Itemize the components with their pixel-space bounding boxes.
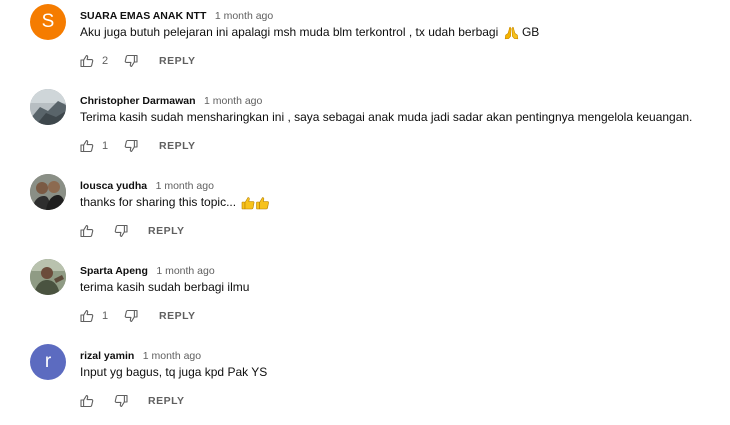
avatar[interactable]: S — [30, 4, 66, 40]
thumbs-down-icon[interactable] — [124, 54, 138, 68]
like-count: 2 — [102, 55, 109, 67]
comment-time[interactable]: 1 month ago — [156, 265, 214, 277]
like-count: 1 — [102, 310, 109, 322]
avatar[interactable] — [30, 174, 66, 210]
thumbs-up-icon[interactable] — [80, 224, 94, 238]
thumbs-down-icon[interactable] — [124, 139, 138, 153]
comment-actions: 2 REPLY — [80, 53, 196, 69]
reply-button[interactable]: REPLY — [148, 395, 185, 407]
photo-avatar-icon — [30, 259, 66, 295]
comment-item: S SUARA EMAS ANAK NTT 1 month ago Aku ju… — [0, 0, 730, 85]
comment-actions: REPLY — [80, 393, 185, 409]
author-name[interactable]: Christopher Darmawan — [80, 95, 196, 107]
comment-actions: 1 REPLY — [80, 308, 196, 324]
thumbs-up-icon[interactable] — [80, 394, 94, 408]
photo-avatar-icon — [30, 174, 66, 210]
thumbs-up-icon[interactable] — [80, 309, 94, 323]
like-count: 1 — [102, 140, 109, 152]
thumbs-up-emoji-icon — [241, 196, 271, 210]
comment-header: Sparta Apeng 1 month ago — [80, 261, 215, 279]
comment-text-body: terima kasih sudah berbagi ilmu — [80, 280, 250, 294]
thumbs-up-icon[interactable] — [80, 54, 94, 68]
comment-item: Christopher Darmawan 1 month ago Terima … — [0, 85, 730, 170]
comment-actions: 1 REPLY — [80, 138, 196, 154]
thumbs-down-icon[interactable] — [114, 394, 128, 408]
comment-text: thanks for sharing this topic... — [80, 195, 271, 210]
comment-time[interactable]: 1 month ago — [215, 10, 273, 22]
comment-item: Sparta Apeng 1 month ago terima kasih su… — [0, 255, 730, 340]
comment-text: Terima kasih sudah mensharingkan ini , s… — [80, 110, 692, 124]
avatar[interactable]: r — [30, 344, 66, 380]
comment-text: Input yg bagus, tq juga kpd Pak YS — [80, 365, 267, 379]
author-name[interactable]: SUARA EMAS ANAK NTT — [80, 10, 206, 22]
comment-text-suffix: GB — [521, 25, 540, 39]
avatar[interactable] — [30, 89, 66, 125]
thumbs-down-icon[interactable] — [124, 309, 138, 323]
comment-item: lousca yudha 1 month ago thanks for shar… — [0, 170, 730, 255]
comment-time[interactable]: 1 month ago — [204, 95, 262, 107]
comment-header: Christopher Darmawan 1 month ago — [80, 91, 262, 109]
avatar[interactable] — [30, 259, 66, 295]
comment-item: r rizal yamin 1 month ago Input yg bagus… — [0, 340, 730, 425]
comment-header: lousca yudha 1 month ago — [80, 176, 214, 194]
folded-hands-icon — [504, 26, 519, 40]
comment-list: S SUARA EMAS ANAK NTT 1 month ago Aku ju… — [0, 0, 730, 410]
comment-text-body: Input yg bagus, tq juga kpd Pak YS — [80, 365, 268, 379]
comment-text-body: thanks for sharing this topic... — [80, 195, 237, 209]
photo-avatar-icon — [30, 89, 66, 125]
thumbs-down-icon[interactable] — [114, 224, 128, 238]
avatar-letter: S — [41, 11, 55, 32]
comment-time[interactable]: 1 month ago — [156, 180, 214, 192]
comment-header: SUARA EMAS ANAK NTT 1 month ago — [80, 6, 273, 24]
author-name[interactable]: rizal yamin — [80, 350, 134, 362]
reply-button[interactable]: REPLY — [148, 225, 185, 237]
comment-header: rizal yamin 1 month ago — [80, 346, 201, 364]
reply-button[interactable]: REPLY — [159, 140, 196, 152]
comment-text-body: Terima kasih sudah mensharingkan ini , s… — [80, 110, 693, 124]
comment-text: Aku juga butuh pelejaran ini apalagi msh… — [80, 25, 539, 40]
reply-button[interactable]: REPLY — [159, 310, 196, 322]
comment-actions: REPLY — [80, 223, 185, 239]
reply-button[interactable]: REPLY — [159, 55, 196, 67]
comment-time[interactable]: 1 month ago — [143, 350, 201, 362]
author-name[interactable]: Sparta Apeng — [80, 265, 148, 277]
thumbs-up-icon[interactable] — [80, 139, 94, 153]
avatar-letter: r — [44, 351, 52, 372]
comment-text-body: Aku juga butuh pelejaran ini apalagi msh… — [80, 25, 499, 39]
comment-text: terima kasih sudah berbagi ilmu — [80, 280, 249, 294]
author-name[interactable]: lousca yudha — [80, 180, 147, 192]
